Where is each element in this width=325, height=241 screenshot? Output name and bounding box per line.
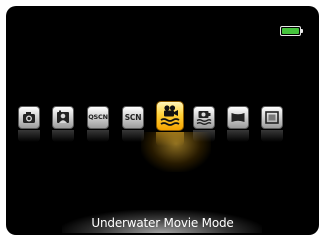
mode-name-label: Underwater Movie Mode (91, 216, 234, 230)
scn-label: SCN (124, 113, 142, 122)
camera-screen: QSCN SCN Underwater Movie Mode (6, 6, 319, 235)
mode-frame[interactable] (261, 106, 283, 142)
mode-carousel: QSCN SCN (6, 6, 319, 235)
mode-panorama[interactable] (227, 106, 249, 142)
frame-icon (265, 111, 279, 124)
camera-icon (23, 112, 35, 123)
underwater-movie-icon (160, 105, 180, 126)
mode-camera[interactable] (18, 106, 40, 142)
qscn-label: QSCN (88, 113, 108, 121)
underwater-photo-icon (196, 111, 212, 125)
panorama-icon (231, 113, 245, 122)
mode-scn[interactable]: SCN (122, 106, 144, 142)
portrait-icon (57, 110, 69, 123)
mode-portrait[interactable] (52, 106, 74, 142)
mode-underwater-photo[interactable] (193, 106, 215, 142)
mode-qscn[interactable]: QSCN (87, 106, 109, 142)
mode-underwater-movie[interactable] (156, 101, 184, 146)
